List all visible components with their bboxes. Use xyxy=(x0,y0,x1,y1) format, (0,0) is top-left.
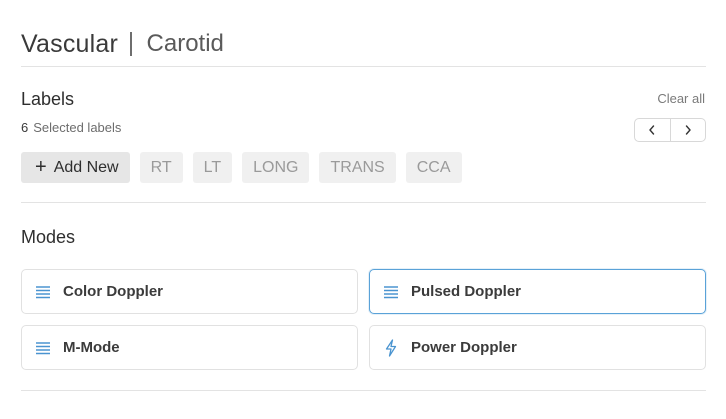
selected-count-number: 6 xyxy=(21,120,29,135)
label-chip-cca[interactable]: CCA xyxy=(405,152,462,183)
mode-pulsed-doppler[interactable]: Pulsed Doppler xyxy=(369,269,706,314)
selected-labels-count: 6 Selected labels xyxy=(21,120,121,135)
chevron-right-icon xyxy=(680,122,696,138)
settings-panel: Vascular Carotid Labels Clear all 6 Sele… xyxy=(21,0,706,419)
label-chip-trans[interactable]: TRANS xyxy=(319,152,396,183)
breadcrumb: Vascular Carotid xyxy=(21,26,224,62)
lines-icon xyxy=(35,340,51,356)
previous-page-button[interactable] xyxy=(635,119,670,141)
add-new-label-button[interactable]: + Add New xyxy=(21,152,130,183)
labels-heading: Labels xyxy=(21,89,75,109)
divider xyxy=(21,390,706,391)
mode-label: Power Doppler xyxy=(411,339,517,356)
divider xyxy=(21,66,706,67)
section-title: Carotid xyxy=(146,30,224,57)
modes-heading: Modes xyxy=(21,227,76,247)
chevron-left-icon xyxy=(644,122,660,138)
mode-power-doppler[interactable]: Power Doppler xyxy=(369,325,706,370)
mode-label: Pulsed Doppler xyxy=(411,283,522,300)
label-chips: + Add New RT LT LONG TRANS CCA xyxy=(21,152,462,183)
app-title: Vascular xyxy=(21,29,119,58)
next-page-button[interactable] xyxy=(669,119,706,141)
mode-label: M-Mode xyxy=(63,339,120,356)
lines-icon xyxy=(383,284,399,300)
add-new-label: Add New xyxy=(53,158,119,176)
plus-icon: + xyxy=(35,155,47,178)
selected-count-text: Selected labels xyxy=(33,120,122,135)
mode-color-doppler[interactable]: Color Doppler xyxy=(21,269,358,314)
label-chip-rt[interactable]: RT xyxy=(139,152,183,183)
label-chip-long[interactable]: LONG xyxy=(242,152,310,183)
divider xyxy=(21,202,706,203)
clear-all-button[interactable]: Clear all xyxy=(657,91,705,106)
labels-pager xyxy=(634,118,706,142)
lightning-icon xyxy=(383,338,399,357)
label-chip-lt[interactable]: LT xyxy=(192,152,233,183)
mode-label: Color Doppler xyxy=(63,283,163,300)
lines-icon xyxy=(35,284,51,300)
mode-m-mode[interactable]: M-Mode xyxy=(21,325,358,370)
breadcrumb-separator xyxy=(130,32,132,56)
